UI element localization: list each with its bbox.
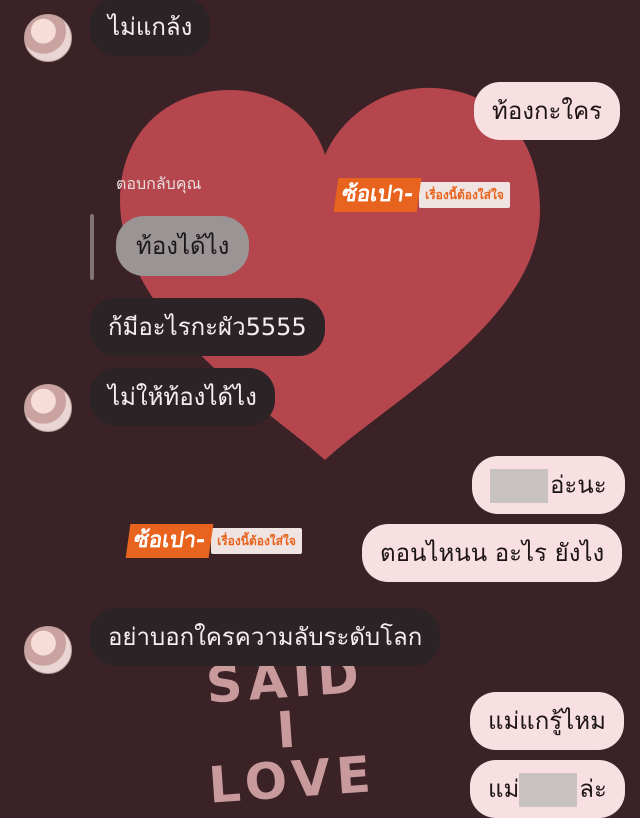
outgoing-message[interactable]: ตอนไหนน อะไร ยังไง — [362, 524, 623, 582]
background-said-i-love-text: SAID I LOVE — [200, 646, 379, 815]
incoming-message[interactable]: ก้มีอะไรกะผัว5555 — [90, 298, 325, 356]
reply-quoted-message[interactable]: ท้องได้ไง — [116, 216, 250, 276]
incoming-message[interactable]: ไม่ให้ท้องได้ไง — [90, 368, 275, 426]
redacted-block — [490, 469, 548, 503]
avatar[interactable] — [24, 384, 72, 432]
watermark-brand: ซ้อเปา- — [333, 178, 422, 212]
avatar[interactable] — [24, 626, 72, 674]
watermark-tagline: เรื่องนี้ต้องใส่ใจ — [419, 182, 510, 208]
avatar[interactable] — [24, 14, 72, 62]
outgoing-message[interactable]: ท้องกะใคร — [474, 82, 621, 140]
incoming-message[interactable]: อย่าบอกใครความลับระดับโลก — [90, 608, 441, 666]
reply-label: ตอบกลับคุณ — [116, 174, 202, 193]
message-text: แม่ — [488, 775, 520, 803]
message-text: ล่ะ — [579, 775, 607, 803]
redacted-block — [519, 773, 578, 807]
incoming-message[interactable]: ไม่แกล้ง — [90, 0, 211, 56]
reply-indicator-bar — [90, 214, 94, 280]
outgoing-message[interactable]: แม่ ล่ะ — [470, 760, 625, 818]
message-text: อ่ะนะ — [550, 471, 607, 499]
watermark-brand: ซ้อเปา- — [125, 524, 214, 558]
bg-love-line: LOVE — [206, 745, 379, 815]
watermark-logo: ซ้อเปา- เรื่องนี้ต้องใส่ใจ — [333, 178, 510, 212]
watermark-logo: ซ้อเปา- เรื่องนี้ต้องใส่ใจ — [125, 524, 302, 558]
outgoing-message[interactable]: อ่ะนะ — [472, 456, 625, 514]
watermark-tagline: เรื่องนี้ต้องใส่ใจ — [211, 528, 302, 554]
outgoing-message[interactable]: แม่แกรู้ไหม — [470, 692, 624, 750]
